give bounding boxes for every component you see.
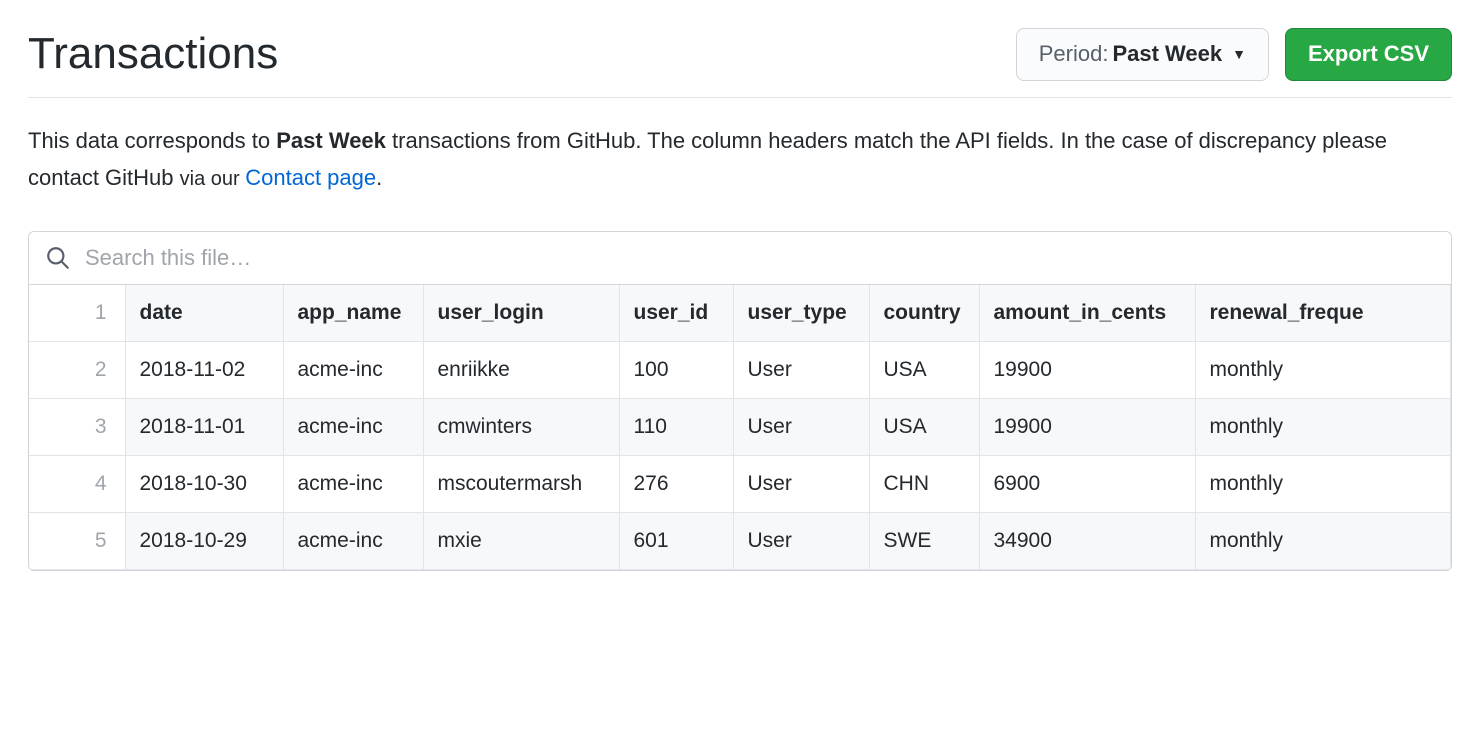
description-text: This data corresponds to Past Week trans… xyxy=(28,122,1452,197)
cell-app-name: acme-inc xyxy=(283,398,423,455)
chevron-down-icon: ▼ xyxy=(1232,45,1246,65)
cell-date: 2018-10-29 xyxy=(125,512,283,569)
line-number: 2 xyxy=(29,341,125,398)
cell-app-name: acme-inc xyxy=(283,455,423,512)
search-icon xyxy=(45,245,71,271)
period-value: Past Week xyxy=(1112,39,1222,70)
cell-renewal: monthly xyxy=(1195,512,1451,569)
page-header: Transactions Period: Past Week ▼ Export … xyxy=(28,28,1452,98)
cell-amount: 19900 xyxy=(979,341,1195,398)
col-renewal-frequency: renewal_freque xyxy=(1195,285,1451,342)
cell-app-name: acme-inc xyxy=(283,341,423,398)
cell-user-id: 276 xyxy=(619,455,733,512)
cell-date: 2018-11-01 xyxy=(125,398,283,455)
file-viewer: 1 date app_name user_login user_id user_… xyxy=(28,231,1452,571)
cell-renewal: monthly xyxy=(1195,398,1451,455)
cell-user-login: mxie xyxy=(423,512,619,569)
cell-user-id: 110 xyxy=(619,398,733,455)
period-label: Period: xyxy=(1039,39,1109,70)
table-row: 2 2018-11-02 acme-inc enriikke 100 User … xyxy=(29,341,1451,398)
description-via: via our xyxy=(180,168,246,190)
cell-country: CHN xyxy=(869,455,979,512)
cell-country: USA xyxy=(869,398,979,455)
description-trail: . xyxy=(376,165,382,190)
export-csv-button[interactable]: Export CSV xyxy=(1285,28,1452,81)
line-number: 3 xyxy=(29,398,125,455)
period-dropdown[interactable]: Period: Past Week ▼ xyxy=(1016,28,1269,81)
cell-user-login: enriikke xyxy=(423,341,619,398)
cell-user-type: User xyxy=(733,341,869,398)
cell-date: 2018-11-02 xyxy=(125,341,283,398)
col-country: country xyxy=(869,285,979,342)
cell-country: SWE xyxy=(869,512,979,569)
table-header-row: 1 date app_name user_login user_id user_… xyxy=(29,285,1451,342)
cell-amount: 19900 xyxy=(979,398,1195,455)
cell-user-type: User xyxy=(733,512,869,569)
cell-user-id: 100 xyxy=(619,341,733,398)
cell-user-login: mscoutermarsh xyxy=(423,455,619,512)
description-bold: Past Week xyxy=(276,128,386,153)
line-number: 1 xyxy=(29,285,125,342)
page-title: Transactions xyxy=(28,28,278,81)
description-part: This data corresponds to xyxy=(28,128,276,153)
col-app-name: app_name xyxy=(283,285,423,342)
contact-page-link[interactable]: Contact page xyxy=(245,165,376,190)
col-user-login: user_login xyxy=(423,285,619,342)
cell-user-id: 601 xyxy=(619,512,733,569)
table-row: 5 2018-10-29 acme-inc mxie 601 User SWE … xyxy=(29,512,1451,569)
col-amount-in-cents: amount_in_cents xyxy=(979,285,1195,342)
col-user-type: user_type xyxy=(733,285,869,342)
cell-user-login: cmwinters xyxy=(423,398,619,455)
cell-renewal: monthly xyxy=(1195,341,1451,398)
cell-amount: 34900 xyxy=(979,512,1195,569)
table-row: 4 2018-10-30 acme-inc mscoutermarsh 276 … xyxy=(29,455,1451,512)
table-row: 3 2018-11-01 acme-inc cmwinters 110 User… xyxy=(29,398,1451,455)
line-number: 4 xyxy=(29,455,125,512)
cell-country: USA xyxy=(869,341,979,398)
col-user-id: user_id xyxy=(619,285,733,342)
cell-app-name: acme-inc xyxy=(283,512,423,569)
line-number: 5 xyxy=(29,512,125,569)
transactions-table: 1 date app_name user_login user_id user_… xyxy=(29,285,1451,570)
header-actions: Period: Past Week ▼ Export CSV xyxy=(1016,28,1452,81)
search-input[interactable] xyxy=(83,244,1435,272)
cell-amount: 6900 xyxy=(979,455,1195,512)
cell-date: 2018-10-30 xyxy=(125,455,283,512)
search-bar xyxy=(29,232,1451,285)
cell-user-type: User xyxy=(733,455,869,512)
col-date: date xyxy=(125,285,283,342)
cell-user-type: User xyxy=(733,398,869,455)
cell-renewal: monthly xyxy=(1195,455,1451,512)
